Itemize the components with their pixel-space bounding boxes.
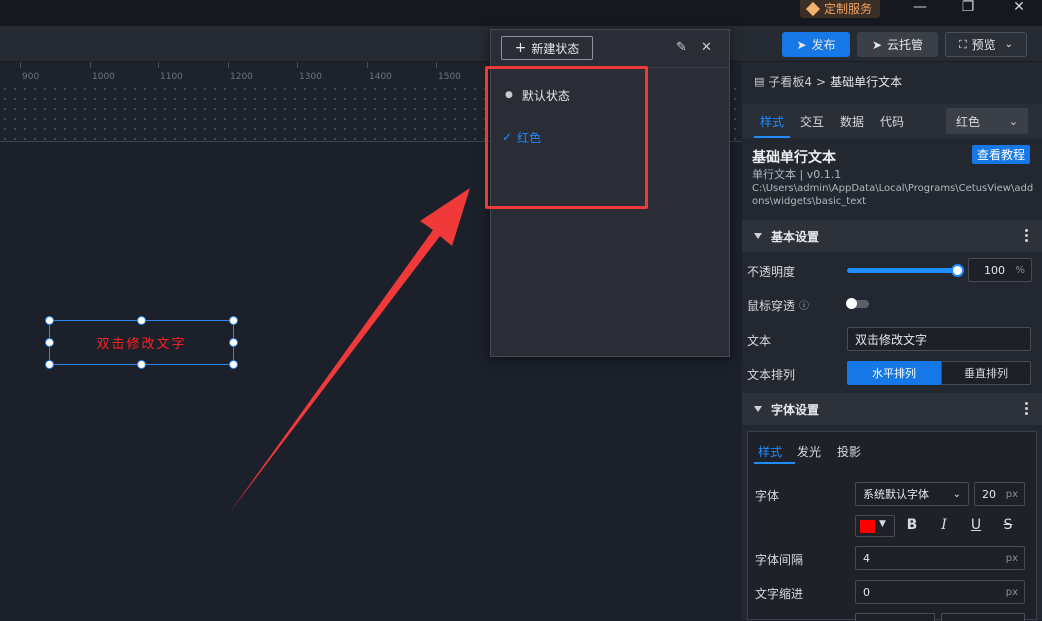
close-window-icon[interactable]: ✕ bbox=[1004, 0, 1034, 18]
chevron-down-icon: ⌄ bbox=[1004, 39, 1014, 50]
font-color-picker[interactable]: ▼ bbox=[855, 515, 895, 537]
toggle-knob bbox=[846, 298, 857, 309]
italic-button[interactable]: I bbox=[935, 517, 953, 533]
text-label: 文本 bbox=[747, 334, 772, 348]
color-swatch bbox=[860, 520, 875, 533]
send-icon: ➤ bbox=[796, 37, 807, 52]
breadcrumb-current: 基础单行文本 bbox=[830, 75, 903, 89]
annotation-highlight-box bbox=[485, 66, 648, 209]
breadcrumb-parent[interactable]: 子看板4 bbox=[768, 73, 812, 90]
chevron-down-icon: ⌄ bbox=[1008, 114, 1018, 128]
widget-path: C:\Users\admin\AppData\Local\Programs\Ce… bbox=[752, 183, 1034, 207]
underline-button[interactable]: U bbox=[967, 517, 985, 533]
font-label: 字体 bbox=[755, 489, 780, 503]
custom-service-label: 定制服务 bbox=[824, 2, 873, 16]
widget-version: 单行文本 | v0.1.1 bbox=[752, 168, 842, 181]
opacity-label: 不透明度 bbox=[747, 265, 796, 279]
property-tabs: 样式 交互 数据 代码 红色 ⌄ bbox=[742, 104, 1042, 138]
basic-settings-header[interactable]: 基本设置 bbox=[742, 220, 1042, 252]
text-indent-input[interactable]: 0 px bbox=[855, 580, 1025, 604]
font-family-select[interactable]: 系统默认字体 ⌄ bbox=[855, 482, 969, 506]
plus-icon: + bbox=[514, 40, 527, 56]
opacity-slider[interactable] bbox=[847, 268, 958, 273]
caret-down-icon: ▼ bbox=[879, 519, 886, 529]
tab-code[interactable]: 代码 bbox=[880, 113, 904, 130]
breadcrumb-separator: > bbox=[816, 74, 827, 89]
font-tab-style[interactable]: 样式 bbox=[758, 443, 782, 460]
close-icon[interactable]: ✕ bbox=[701, 40, 712, 55]
maximize-icon[interactable]: ❐ bbox=[953, 0, 983, 18]
letter-spacing-input[interactable]: 4 px bbox=[855, 546, 1025, 570]
opacity-input[interactable]: 100 % bbox=[968, 258, 1032, 282]
mouse-through-label: 鼠标穿透 bbox=[747, 299, 796, 313]
caret-down-icon bbox=[754, 233, 762, 239]
state-panel-header: + 新建状态 ✎ ✕ bbox=[491, 30, 729, 68]
tab-interaction[interactable]: 交互 bbox=[800, 113, 824, 130]
font-tab-shadow[interactable]: 投影 bbox=[837, 443, 861, 460]
tab-data[interactable]: 数据 bbox=[840, 113, 864, 130]
more-icon[interactable] bbox=[1025, 229, 1028, 244]
active-tab-indicator bbox=[754, 136, 790, 138]
state-select[interactable]: 红色 ⌄ bbox=[946, 108, 1028, 134]
mouse-through-toggle[interactable] bbox=[846, 298, 869, 309]
fullscreen-icon: ⛶ bbox=[958, 37, 967, 51]
tab-style[interactable]: 样式 bbox=[760, 113, 784, 130]
arrangement-label: 文本排列 bbox=[747, 368, 796, 382]
strikethrough-button[interactable]: S bbox=[999, 517, 1017, 533]
properties-panel: ▤ 子看板4 > 基础单行文本 样式 交互 数据 代码 红色 ⌄ 基础单行文本 … bbox=[742, 62, 1042, 621]
caret-down-icon bbox=[754, 406, 762, 412]
view-tutorial-button[interactable]: 查看教程 bbox=[972, 145, 1030, 164]
font-settings-body: 样式 发光 投影 字体 系统默认字体 ⌄ 20 px ▼ B I U S 字体间… bbox=[747, 431, 1037, 621]
diamond-icon bbox=[805, 1, 821, 17]
custom-service-badge[interactable]: 定制服务 bbox=[800, 0, 881, 18]
more-icon[interactable] bbox=[1025, 402, 1028, 417]
font-size-input[interactable]: 20 px bbox=[974, 482, 1025, 506]
text-format-buttons: B I U S bbox=[903, 517, 1033, 537]
opacity-slider-thumb[interactable] bbox=[951, 264, 964, 277]
horizontal-button[interactable]: 水平排列 bbox=[847, 361, 941, 385]
cloud-host-button[interactable]: ➤ 云托管 bbox=[857, 32, 938, 57]
board-icon: ▤ bbox=[754, 75, 765, 88]
breadcrumb: ▤ 子看板4 > 基础单行文本 bbox=[754, 73, 1034, 90]
active-tab-indicator bbox=[754, 462, 795, 464]
bold-button[interactable]: B bbox=[903, 517, 921, 533]
send-icon: ➤ bbox=[871, 37, 883, 52]
publish-button[interactable]: ➤ 发布 bbox=[782, 32, 850, 57]
help-icon[interactable]: ⓘ bbox=[799, 297, 809, 312]
text-input[interactable]: 双击修改文字 bbox=[847, 327, 1031, 351]
font-tab-glow[interactable]: 发光 bbox=[797, 443, 821, 460]
font-settings-header[interactable]: 字体设置 bbox=[742, 393, 1042, 425]
edit-icon[interactable]: ✎ bbox=[676, 40, 687, 55]
text-indent-label: 文字缩进 bbox=[755, 587, 804, 601]
minimize-icon[interactable]: — bbox=[905, 0, 935, 18]
chevron-down-icon: ⌄ bbox=[952, 488, 961, 500]
preview-button[interactable]: ⛶ 预览 ⌄ bbox=[945, 32, 1027, 57]
new-state-button[interactable]: + 新建状态 bbox=[501, 36, 593, 60]
widget-title: 基础单行文本 bbox=[752, 150, 836, 166]
vertical-button[interactable]: 垂直排列 bbox=[941, 361, 1031, 385]
letter-spacing-label: 字体间隔 bbox=[755, 553, 804, 567]
